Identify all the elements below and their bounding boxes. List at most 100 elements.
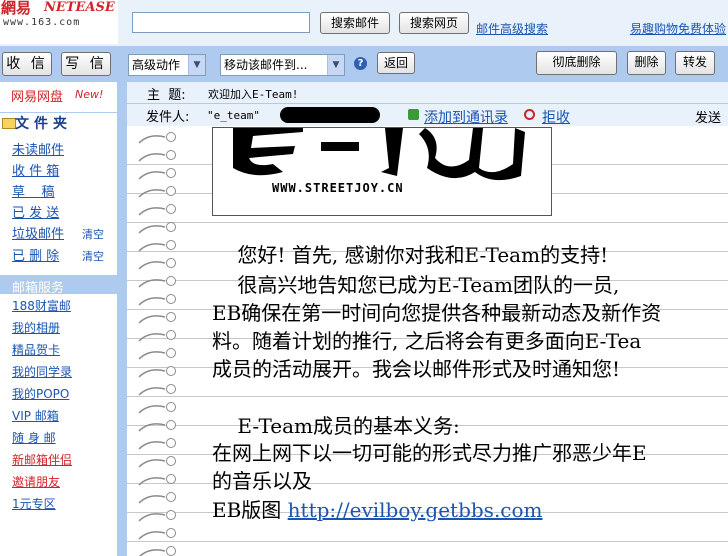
clear-trash-link[interactable]: 清空 — [82, 248, 104, 264]
service-item[interactable]: 精品贺卡 — [12, 341, 60, 358]
advanced-action-select[interactable]: 高级动作 ▼ — [128, 54, 206, 76]
sidebar-item-spam[interactable]: 垃圾邮件 — [12, 223, 64, 242]
advanced-action-value: 高级动作 — [132, 58, 181, 72]
subject-label: 主 题: — [147, 88, 186, 103]
sidebar-divider — [117, 82, 127, 556]
spiral-ring — [138, 171, 166, 180]
sidebar-item-unread[interactable]: 未读邮件 — [12, 139, 64, 158]
sender-value: "e_team" — [207, 109, 260, 122]
spiral-ring — [138, 243, 166, 252]
body-line: 在网上网下以一切可能的形式尽力推广邪恶少年E — [212, 441, 647, 465]
spiral-hole — [166, 222, 176, 232]
forward-button[interactable]: 转发 — [675, 51, 715, 75]
spiral-hole — [166, 312, 176, 322]
new-badge: New! — [75, 88, 104, 101]
spiral-ring — [138, 279, 166, 288]
spiral-ring — [138, 405, 166, 414]
service-item[interactable]: 1元专区 — [12, 495, 56, 512]
spiral-ring — [138, 207, 166, 216]
service-item[interactable]: 邀请朋友 — [12, 473, 60, 490]
sidebar-item-sent[interactable]: 已 发 送 — [12, 202, 59, 221]
spiral-ring — [138, 531, 166, 540]
clear-spam-link[interactable]: 清空 — [82, 226, 104, 242]
services-section-title: 邮箱服务 — [12, 281, 65, 296]
service-item[interactable]: 我的同学录 — [12, 363, 72, 380]
shopping-link[interactable]: 易趣购物免费体验 — [630, 20, 726, 37]
sender-label: 发件人: — [146, 110, 190, 125]
write-mail-button[interactable]: 写 信 — [61, 52, 111, 76]
spiral-hole — [166, 186, 176, 196]
spiral-hole — [166, 348, 176, 358]
body-line: 的音乐以及 — [212, 469, 312, 493]
service-item[interactable]: 188财富邮 — [12, 297, 71, 314]
body-line: 成员的活动展开。我会以邮件形式及时通知您! — [212, 357, 621, 381]
spiral-ring — [138, 297, 166, 306]
spiral-ring — [138, 459, 166, 468]
spiral-ring — [138, 369, 166, 378]
spiral-hole — [166, 150, 176, 160]
website-link[interactable]: http://evilboy.getbbs.com — [288, 498, 543, 522]
spiral-ring — [138, 387, 166, 396]
subject-value: 欢迎加入E-Team! — [208, 88, 299, 101]
service-item[interactable]: VIP 邮箱 — [12, 407, 59, 424]
add-to-contacts-link[interactable]: 添加到通讯录 — [424, 107, 508, 127]
service-item[interactable]: 新邮箱伴侣 — [12, 451, 72, 468]
body-line: 您好! 首先, 感谢你对我和E-Team的支持! — [212, 243, 609, 267]
search-mail-button[interactable]: 搜索邮件 — [320, 12, 390, 34]
spiral-ring — [138, 513, 166, 522]
spiral-hole — [166, 168, 176, 178]
service-item[interactable]: 我的相册 — [12, 319, 60, 336]
move-to-folder-select[interactable]: 移动该邮件到... ▼ — [220, 54, 345, 76]
netdisk-link[interactable]: 网易网盘 — [11, 86, 63, 105]
search-web-button[interactable]: 搜索网页 — [399, 12, 469, 34]
back-button[interactable]: 返回 — [377, 52, 415, 74]
spiral-ring — [138, 351, 166, 360]
logo-domain: www.163.com — [3, 17, 81, 28]
spiral-ring — [138, 333, 166, 342]
chevron-down-icon: ▼ — [188, 55, 205, 75]
logo-brand: 網易 — [1, 0, 32, 17]
folder-icon — [2, 118, 16, 129]
spiral-hole — [166, 474, 176, 484]
spiral-hole — [166, 420, 176, 430]
body-line: E-Team成员的基本义务: — [212, 414, 460, 438]
redaction-mark — [280, 107, 380, 123]
spiral-hole — [166, 546, 176, 556]
banner-artwork — [233, 128, 525, 181]
spiral-hole — [166, 510, 176, 520]
spiral-ring — [138, 495, 166, 504]
address-book-icon — [408, 109, 419, 120]
spiral-ring — [138, 189, 166, 198]
spiral-ring — [138, 261, 166, 270]
advanced-search-link[interactable]: 邮件高级搜索 — [476, 20, 548, 37]
help-icon[interactable]: ? — [354, 57, 367, 70]
spiral-ring — [138, 225, 166, 234]
reject-sender-link[interactable]: 拒收 — [542, 107, 570, 127]
spiral-hole — [166, 438, 176, 448]
spiral-hole — [166, 492, 176, 502]
search-input[interactable] — [132, 12, 310, 33]
body-line: EB确保在第一时间向您提供各种最新动态及新作资 — [212, 301, 662, 325]
sidebar-item-trash[interactable]: 已 删 除 — [12, 245, 59, 264]
netease-logo[interactable]: 網易 NETEASE www.163.com — [0, 0, 118, 44]
receive-mail-button[interactable]: 收 信 — [2, 52, 52, 76]
spiral-ring — [138, 153, 166, 162]
service-item[interactable]: 随 身 邮 — [12, 429, 56, 446]
spiral-ring — [138, 441, 166, 450]
notebook-spiral — [138, 132, 176, 556]
sidebar-item-inbox[interactable]: 收 件 箱 — [12, 160, 59, 179]
logo-brand-latin: NETEASE — [44, 0, 115, 15]
move-to-folder-value: 移动该邮件到... — [224, 58, 308, 72]
spiral-hole — [166, 294, 176, 304]
banner-image — [212, 127, 552, 216]
spiral-hole — [166, 366, 176, 376]
service-item[interactable]: 我的POPO — [12, 385, 69, 402]
sidebar-item-drafts[interactable]: 草 稿 — [12, 181, 55, 200]
banner-url-text: WWW.STREETJOY.CN — [272, 181, 404, 195]
spiral-ring — [138, 423, 166, 432]
spiral-hole — [166, 204, 176, 214]
permanent-delete-button[interactable]: 彻底删除 — [536, 51, 617, 75]
delete-button[interactable]: 删除 — [627, 51, 666, 75]
spiral-hole — [166, 240, 176, 250]
chevron-down-icon: ▼ — [327, 55, 344, 75]
